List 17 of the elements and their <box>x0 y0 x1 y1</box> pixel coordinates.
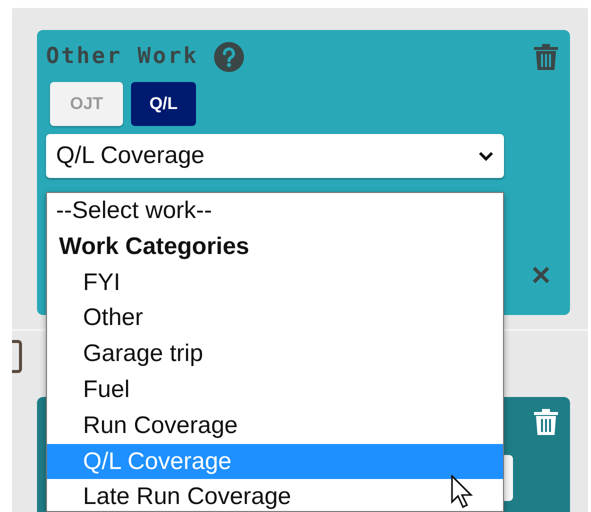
dropdown-option[interactable]: Late Run Coverage <box>47 479 503 512</box>
dropdown-option[interactable]: --Select work-- <box>47 193 503 229</box>
cursor-icon <box>451 475 473 509</box>
trash-icon[interactable] <box>534 409 558 435</box>
option-group-label: Work Categories <box>58 232 250 262</box>
toggle-button[interactable]: Q/L <box>131 82 196 126</box>
close-icon[interactable] <box>532 266 550 284</box>
dropdown-option[interactable]: Run Coverage <box>47 408 503 444</box>
work-select[interactable]: Q/L Coverage <box>46 134 504 178</box>
dropdown-option[interactable]: Other <box>47 300 503 336</box>
card-title: Other Work <box>46 43 198 71</box>
dropdown-option[interactable]: FYI <box>47 264 503 300</box>
help-icon[interactable] <box>214 42 244 72</box>
dropdown-option[interactable]: Garage trip <box>47 336 503 372</box>
chevron-down-icon <box>478 150 494 162</box>
trash-icon[interactable] <box>534 44 558 70</box>
dropdown-option[interactable]: Fuel <box>47 372 503 408</box>
